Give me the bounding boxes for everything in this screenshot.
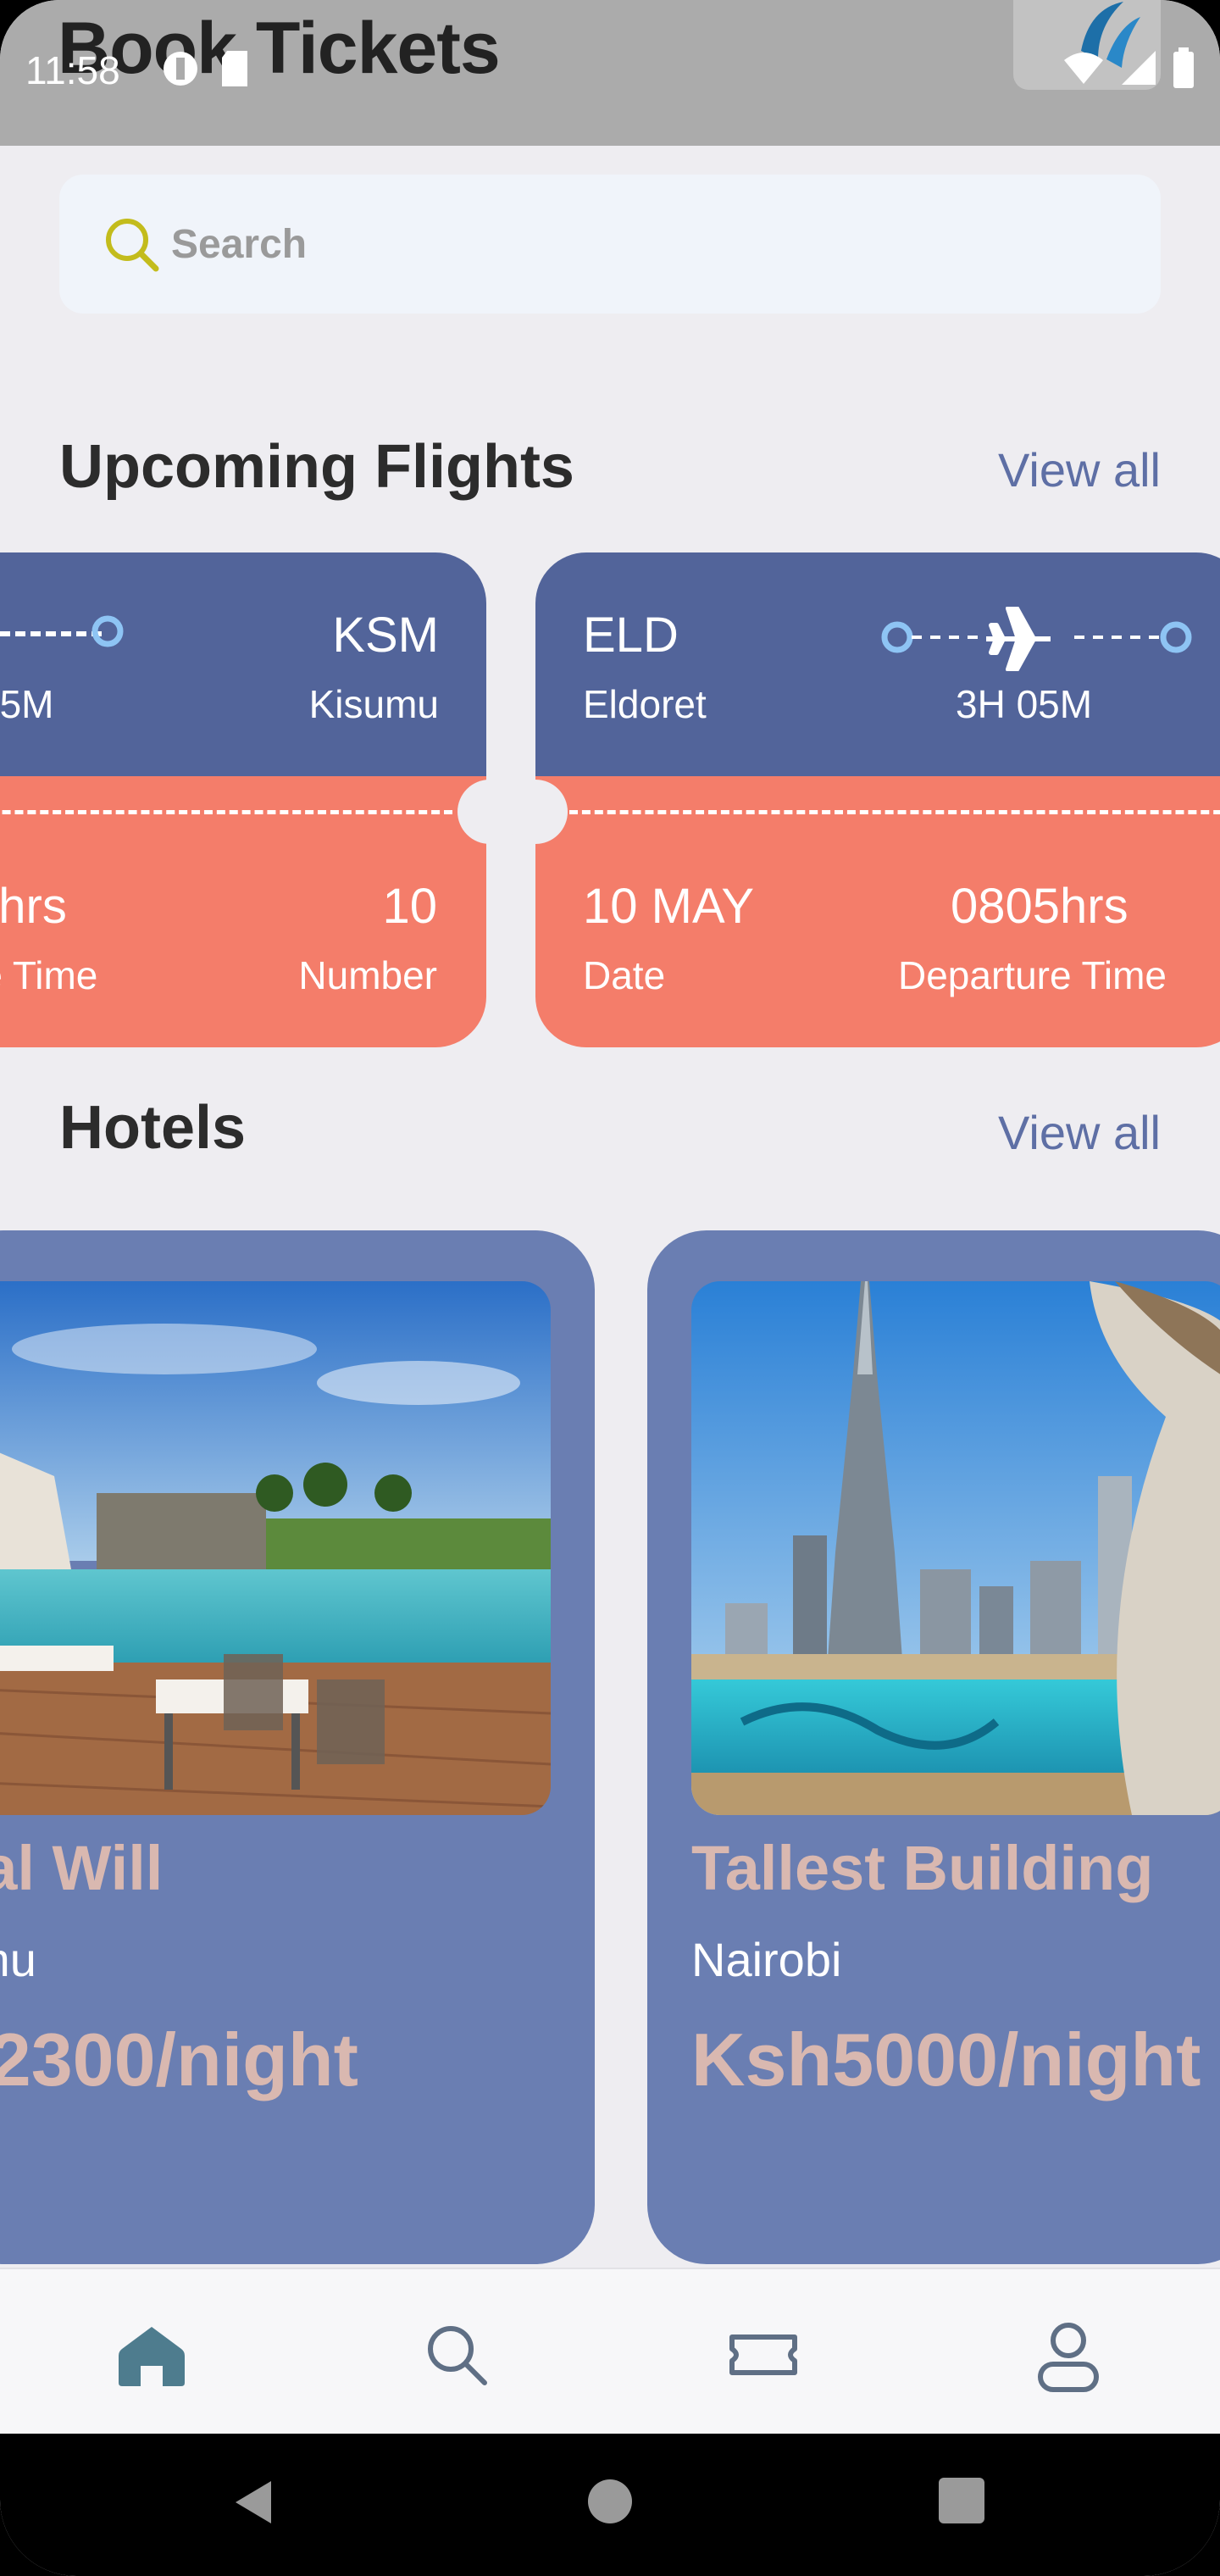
- hotel-price: Ksh5000/night: [691, 2018, 1201, 2101]
- app-bar: Book Tickets 11:58: [0, 0, 1220, 146]
- sd-card-icon: [222, 51, 247, 86]
- flight-card-details: 10 MAY Date 0805hrs Departure Time: [535, 776, 1220, 1047]
- route-line: [0, 631, 102, 636]
- ticket-notch: [503, 780, 568, 844]
- home-icon: [119, 2327, 185, 2386]
- destination-code: KSM: [332, 608, 439, 663]
- hotel-image: [0, 1281, 551, 1815]
- departure-time-label: re Time: [0, 953, 98, 997]
- hotels-section-title: Hotels: [59, 1094, 247, 1162]
- nav-profile[interactable]: [1030, 2317, 1106, 2393]
- hotels-view-all-link[interactable]: View all: [998, 1105, 1161, 1160]
- hotel-image: [691, 1281, 1220, 1815]
- departure-time-value: 5hrs: [0, 879, 67, 934]
- flights-view-all-link[interactable]: View all: [998, 442, 1161, 497]
- nav-search[interactable]: [419, 2317, 495, 2393]
- ticket-divider: [0, 810, 452, 814]
- recents-icon[interactable]: [937, 2476, 986, 2525]
- profile-icon: [1038, 2323, 1099, 2392]
- flight-duration: 3H 05M: [956, 682, 1093, 726]
- status-icons-right: [1062, 47, 1195, 88]
- date-label: Date: [583, 953, 666, 997]
- hotel-city: umu: [0, 1933, 36, 1986]
- flight-card-details: 5hrs re Time 10 Number: [0, 776, 486, 1047]
- signal-icon: [1122, 51, 1156, 85]
- flight-card[interactable]: ELD Eldoret 3H 05M 10 MAY Date 0805hrs D…: [535, 552, 1220, 1047]
- notification-icon: [164, 52, 197, 86]
- hotel-city: Nairobi: [691, 1933, 842, 1986]
- search-bar[interactable]: Search: [59, 175, 1161, 314]
- flight-number-value: 10: [382, 879, 437, 934]
- hotel-name: bal Will: [0, 1833, 164, 1903]
- home-button-icon[interactable]: [585, 2476, 635, 2527]
- nav-home[interactable]: [114, 2317, 190, 2393]
- flight-duration: 05M: [0, 682, 54, 726]
- airplane-icon: [986, 607, 1051, 671]
- battery-icon: [1173, 47, 1194, 88]
- date-value: 10 MAY: [583, 879, 755, 934]
- page-title: Book Tickets: [58, 8, 501, 89]
- ticket-divider: [569, 810, 1220, 814]
- system-navigation-bar: [0, 2434, 1220, 2576]
- wifi-icon: [1064, 53, 1103, 84]
- hotel-card[interactable]: Tallest Building Nairobi Ksh5000/night: [647, 1230, 1220, 2264]
- flight-card[interactable]: KSM Kisumu 05M 5hrs re Time 10 Number: [0, 552, 486, 1047]
- ticket-icon: [729, 2334, 797, 2375]
- search-input[interactable]: Search: [171, 221, 307, 268]
- flight-card-header: KSM Kisumu 05M: [0, 552, 486, 776]
- status-icons-left: [161, 49, 251, 88]
- departure-time-value: 0805hrs: [951, 879, 1128, 934]
- hotel-price: h2300/night: [0, 2018, 358, 2101]
- flights-section-title: Upcoming Flights: [59, 433, 574, 501]
- flight-number-label: Number: [298, 953, 437, 997]
- flight-card-header: ELD Eldoret 3H 05M: [535, 552, 1220, 776]
- phone-screen: Book Tickets 11:58 Search Upcoming Fligh…: [0, 0, 1220, 2576]
- hotel-name: Tallest Building: [691, 1833, 1154, 1903]
- bottom-navigation: [0, 2268, 1220, 2435]
- search-icon: [428, 2326, 487, 2385]
- nav-tickets[interactable]: [725, 2317, 801, 2393]
- origin-code: ELD: [583, 608, 679, 663]
- status-time: 11:58: [25, 48, 120, 92]
- departure-time-label: Departure Time: [898, 953, 1167, 997]
- destination-city: Kisumu: [308, 682, 439, 726]
- route-endpoint-icon: [92, 615, 124, 647]
- hotel-card[interactable]: bal Will umu h2300/night: [0, 1230, 595, 2264]
- search-icon: [106, 219, 159, 272]
- back-icon[interactable]: [229, 2476, 281, 2529]
- origin-city: Eldoret: [583, 682, 707, 726]
